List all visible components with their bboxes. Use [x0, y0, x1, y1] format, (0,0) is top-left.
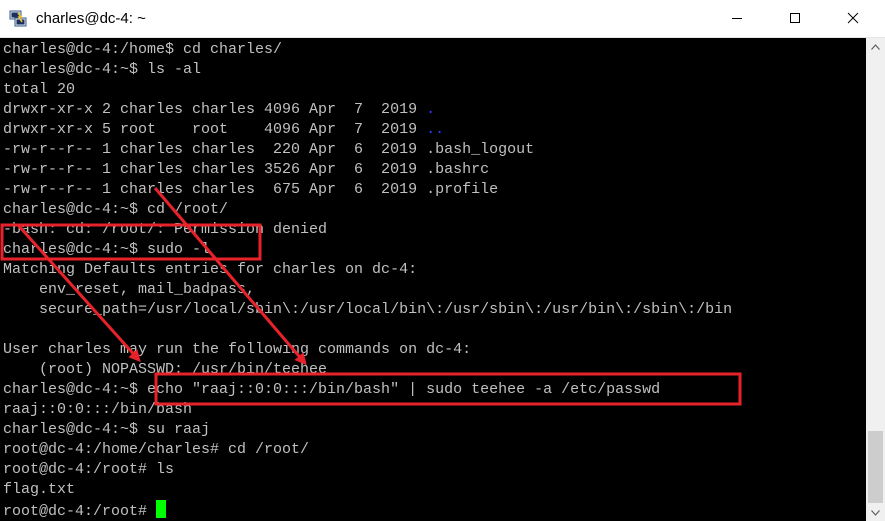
chevron-down-icon	[871, 509, 880, 516]
terminal-line: charles@dc-4:~$ sudo -l	[3, 241, 211, 258]
window-title: charles@dc-4: ~	[36, 10, 146, 27]
directory-entry: ..	[426, 121, 445, 138]
terminal-line: charles@dc-4:~$ echo "raaj::0:0:::/bin/b…	[3, 381, 661, 398]
putty-window: charles@dc-4: ~ charles@dc-4:/home$ cd c…	[0, 0, 885, 521]
text-cursor	[156, 500, 167, 518]
terminal-line: raaj::0:0:::/bin/bash	[3, 401, 193, 418]
maximize-icon	[790, 13, 800, 23]
maximize-button[interactable]	[772, 0, 818, 36]
scroll-up-button[interactable]	[866, 38, 885, 55]
terminal-line: charles@dc-4:/home$ cd charles/	[3, 41, 283, 58]
terminal-line: User charles may run the following comma…	[3, 341, 472, 358]
title-bar[interactable]: charles@dc-4: ~	[0, 0, 885, 38]
terminal-line: charles@dc-4:~$ ls -al	[3, 61, 202, 78]
terminal-line: -rw-r--r-- 1 charles charles 3526 Apr 6 …	[3, 161, 490, 178]
terminal-line: -rw-r--r-- 1 charles charles 675 Apr 6 2…	[3, 181, 499, 198]
scroll-thumb[interactable]	[868, 431, 883, 503]
terminal-line: flag.txt	[3, 481, 76, 498]
close-icon	[847, 12, 859, 24]
terminal-line: drwxr-xr-x 2 charles charles 4096 Apr 7 …	[3, 101, 436, 118]
close-button[interactable]	[830, 0, 876, 36]
terminal-prompt-line[interactable]: root@dc-4:/root#	[3, 500, 167, 520]
terminal-line: Matching Defaults entries for charles on…	[3, 261, 418, 278]
terminal-line: (root) NOPASSWD: /usr/bin/teehee	[3, 361, 328, 378]
vertical-scrollbar[interactable]	[866, 38, 885, 521]
minimize-button[interactable]	[714, 0, 760, 36]
terminal-line: drwxr-xr-x 5 root root 4096 Apr 7 2019 .…	[3, 121, 445, 138]
terminal-line: -bash: cd: /root/: Permission denied	[3, 221, 328, 238]
minimize-icon	[732, 18, 742, 19]
terminal-line: total 20	[3, 81, 76, 98]
chevron-up-icon	[871, 43, 880, 50]
putty-icon[interactable]	[9, 10, 27, 28]
terminal-line: env_reset, mail_badpass,	[3, 281, 256, 298]
scroll-down-button[interactable]	[866, 504, 885, 521]
terminal-line: root@dc-4:/root# ls	[3, 461, 175, 478]
terminal-line: root@dc-4:/home/charles# cd /root/	[3, 441, 310, 458]
terminal-line: charles@dc-4:~$ su raaj	[3, 421, 211, 438]
terminal-output[interactable]: charles@dc-4:/home$ cd charles/ charles@…	[0, 38, 866, 521]
terminal-line: secure_path=/usr/local/sbin\:/usr/local/…	[3, 301, 733, 318]
directory-entry: .	[426, 101, 436, 118]
terminal-line: charles@dc-4:~$ cd /root/	[3, 201, 229, 218]
terminal-line: -rw-r--r-- 1 charles charles 220 Apr 6 2…	[3, 141, 535, 158]
